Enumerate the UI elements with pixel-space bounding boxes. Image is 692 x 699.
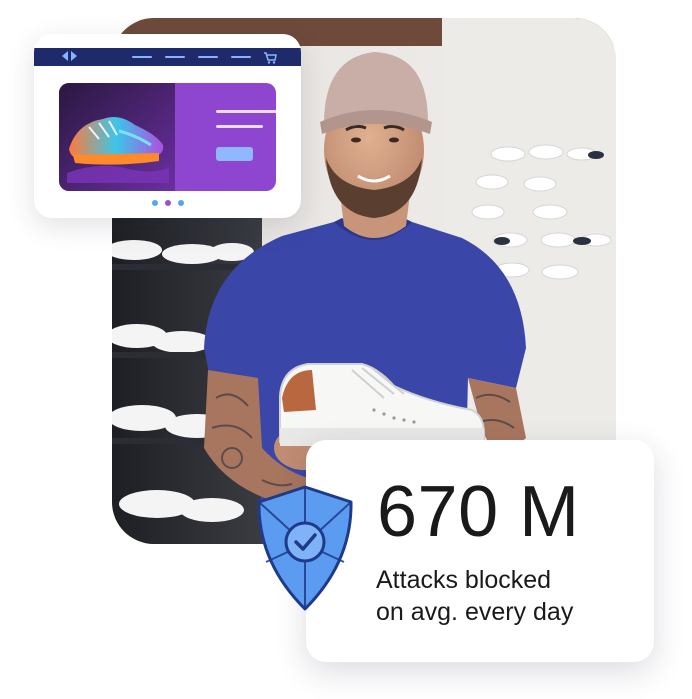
sneaker-product-image xyxy=(59,83,175,191)
carousel-dot-active[interactable] xyxy=(152,200,158,206)
nav-menu-item[interactable] xyxy=(165,56,185,58)
shield-check-icon xyxy=(257,485,353,611)
nav-menu-item[interactable] xyxy=(198,56,218,58)
product-banner[interactable] xyxy=(59,83,276,191)
stat-card: 670 M Attacks blocked on avg. every day xyxy=(306,440,654,662)
chevron-right-icon[interactable] xyxy=(71,51,77,61)
shop-now-button[interactable] xyxy=(216,147,253,161)
stat-caption-line2: on avg. every day xyxy=(376,598,574,626)
carousel-dot[interactable] xyxy=(165,200,171,206)
banner-text-line xyxy=(216,125,263,128)
shopping-cart-icon[interactable] xyxy=(263,51,277,69)
stat-value: 670 M xyxy=(377,472,580,552)
stat-caption: Attacks blocked on avg. every day xyxy=(376,564,573,628)
browser-mockup-card xyxy=(34,34,301,218)
chevron-left-icon[interactable] xyxy=(62,51,68,61)
carousel-dot[interactable] xyxy=(178,200,184,206)
stat-caption-line1: Attacks blocked xyxy=(376,566,552,594)
nav-menu-item[interactable] xyxy=(231,56,251,58)
banner-text-line xyxy=(216,110,276,113)
browser-toolbar xyxy=(34,48,301,66)
nav-menu-item[interactable] xyxy=(132,56,152,58)
